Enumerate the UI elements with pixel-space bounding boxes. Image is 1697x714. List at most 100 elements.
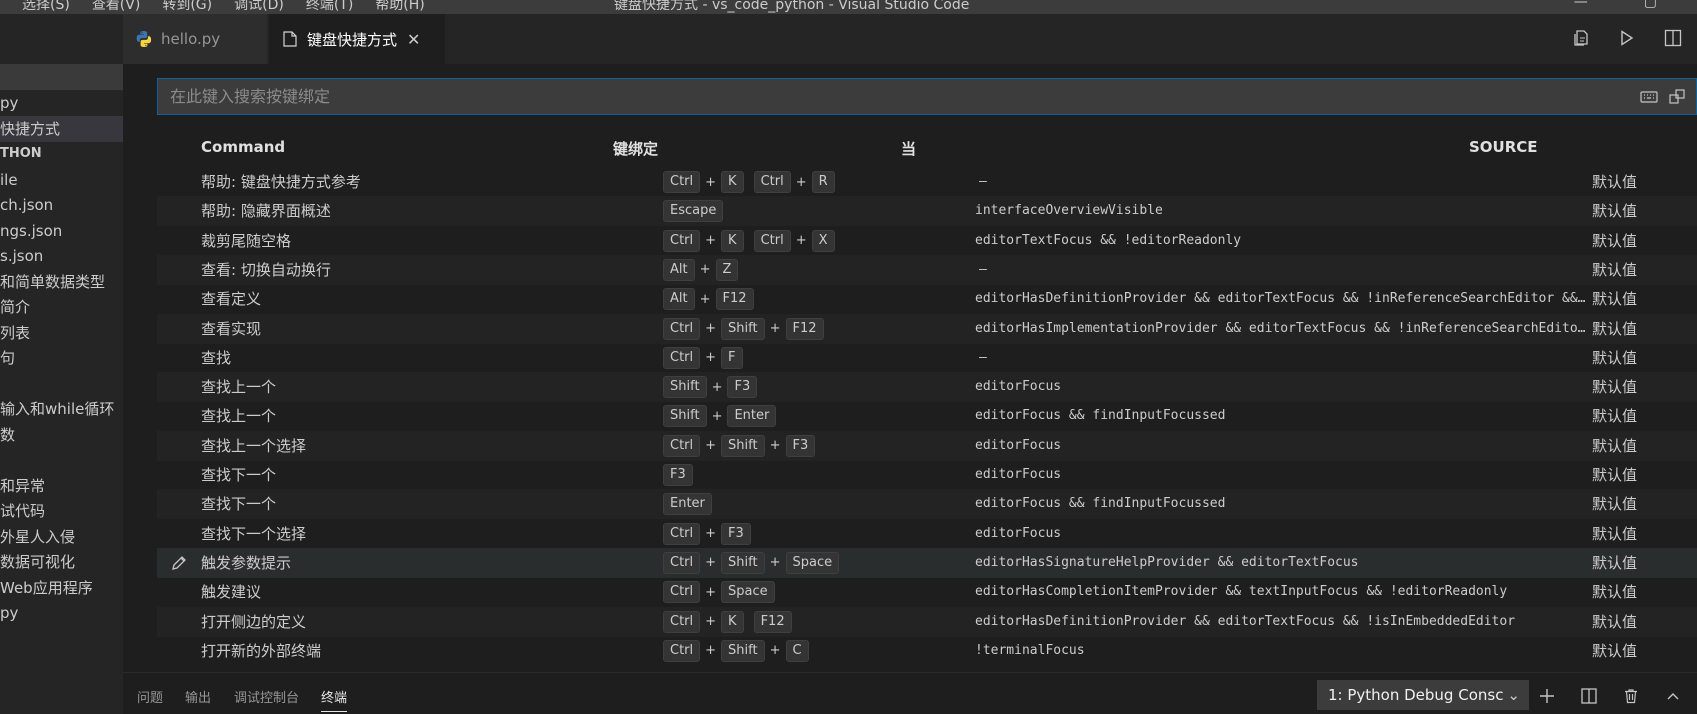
sidebar-folder-header[interactable]: THON bbox=[0, 141, 123, 167]
sidebar-file-item[interactable]: 和简单数据类型 bbox=[0, 269, 123, 295]
open-keybindings-json-icon[interactable] bbox=[1571, 28, 1591, 48]
command-cell: 打开侧边的定义 bbox=[201, 612, 307, 631]
table-row[interactable]: 帮助: 隐藏界面概述 Escape interfaceOverviewVisible… bbox=[157, 196, 1697, 227]
sidebar-file-item[interactable]: 数据可视化 bbox=[0, 549, 123, 575]
command-cell: 查看定义 bbox=[201, 290, 262, 309]
keybinding-cell: Ctrl + K F12 bbox=[663, 607, 792, 637]
table-row[interactable]: 查找上一个 Shift + F3 editorFocus 默认值 bbox=[157, 372, 1697, 403]
key-cap: F3 bbox=[721, 522, 751, 545]
sidebar-file-item[interactable]: py bbox=[0, 600, 123, 626]
when-cell: editorFocus bbox=[975, 525, 1062, 541]
column-header-command[interactable]: Command bbox=[201, 138, 285, 156]
trash-icon[interactable] bbox=[1621, 686, 1641, 706]
table-row[interactable]: 查找下一个选择 Ctrl + F3 editorFocus 默认值 bbox=[157, 519, 1697, 549]
key-cap: Space bbox=[721, 581, 775, 604]
key-cap: Ctrl bbox=[663, 434, 701, 457]
panel-tab-debug-console[interactable]: 调试控制台 bbox=[234, 687, 299, 706]
tab-hello-py[interactable]: hello.py bbox=[123, 14, 267, 64]
when-cell: editorFocus bbox=[975, 379, 1062, 395]
sidebar-file-item[interactable] bbox=[0, 371, 123, 397]
sidebar-file-item[interactable]: 简介 bbox=[0, 294, 123, 320]
menu-item-view[interactable]: 查看(V) bbox=[92, 0, 141, 14]
table-row[interactable]: 查找上一个选择 Ctrl + Shift + F3 editorFocus 默认值 bbox=[157, 430, 1697, 461]
key-cap: Ctrl bbox=[753, 171, 791, 193]
column-header-source[interactable]: SOURCE bbox=[1469, 138, 1538, 156]
table-row[interactable]: 查找 Ctrl + F — 默认值 bbox=[157, 343, 1697, 373]
close-icon[interactable]: ✕ bbox=[407, 30, 420, 49]
key-cap: Alt bbox=[663, 258, 695, 281]
table-row[interactable]: 打开侧边的定义 Ctrl + K F12 editorHasDefinitionProvi… bbox=[157, 606, 1697, 637]
sidebar-file-item[interactable]: ngs.json bbox=[0, 218, 123, 244]
command-cell: 查找 bbox=[201, 348, 232, 367]
sidebar-file-item[interactable]: 数 bbox=[0, 422, 123, 448]
source-cell: 默认值 bbox=[1592, 319, 1638, 338]
maximize-panel-icon[interactable] bbox=[1663, 686, 1683, 706]
table-row[interactable]: 查找下一个 F3 editorFocus 默认值 bbox=[157, 460, 1697, 490]
key-plus: + bbox=[705, 643, 717, 659]
key-cap: C bbox=[785, 639, 809, 662]
new-terminal-icon[interactable] bbox=[1537, 686, 1557, 706]
sidebar-file-item[interactable]: ile bbox=[0, 167, 123, 193]
sidebar-file-item[interactable]: ch.json bbox=[0, 192, 123, 218]
key-plus: + bbox=[769, 321, 781, 336]
sidebar-section-header[interactable] bbox=[0, 64, 123, 90]
sidebar-file-item[interactable]: Web应用程序 bbox=[0, 575, 123, 601]
split-editor-icon[interactable] bbox=[1663, 28, 1683, 48]
panel-tab-problems[interactable]: 问题 bbox=[137, 687, 163, 706]
panel-tab-terminal[interactable]: 终端 bbox=[321, 687, 348, 712]
tab-keyboard-shortcuts[interactable]: 键盘快捷方式 ✕ bbox=[269, 14, 445, 64]
run-icon[interactable] bbox=[1617, 28, 1637, 48]
when-cell: !terminalFocus bbox=[975, 642, 1085, 658]
key-cap: F3 bbox=[663, 464, 693, 486]
sidebar-file-item[interactable]: py bbox=[0, 90, 123, 116]
command-cell: 帮助: 隐藏界面概述 bbox=[201, 202, 331, 221]
when-cell: — bbox=[979, 349, 987, 365]
column-header-keybinding[interactable]: 键绑定 bbox=[613, 138, 658, 159]
when-cell: — bbox=[979, 261, 987, 277]
sidebar-file-item[interactable]: 输入和while循环 bbox=[0, 396, 123, 422]
edit-keybinding-icon[interactable] bbox=[170, 554, 188, 572]
search-input[interactable] bbox=[170, 79, 1470, 114]
sidebar-file-item[interactable]: 快捷方式 bbox=[0, 115, 123, 142]
table-row[interactable]: 查看实现 Ctrl + Shift + F12 editorHasImplementatio… bbox=[157, 313, 1697, 344]
source-cell: 默认值 bbox=[1592, 641, 1638, 660]
sidebar-file-item[interactable]: 句 bbox=[0, 345, 123, 371]
sidebar-file-item[interactable]: 列表 bbox=[0, 320, 123, 346]
sidebar-file-item[interactable]: 和异常 bbox=[0, 473, 123, 499]
command-cell: 查看实现 bbox=[201, 319, 262, 338]
table-row[interactable]: 帮助: 键盘快捷方式参考 Ctrl + K Ctrl + R — 默认值 bbox=[157, 167, 1697, 197]
table-row[interactable]: 打开新的外部终端 Ctrl + Shift + C !terminalFocus 默认值 bbox=[157, 636, 1697, 666]
menu-item-go[interactable]: 转到(G) bbox=[162, 0, 212, 14]
key-cap: Ctrl bbox=[663, 639, 701, 662]
sidebar-file-item[interactable]: 试代码 bbox=[0, 498, 123, 524]
keybinding-cell: Shift + F3 bbox=[663, 372, 758, 402]
record-keys-icon[interactable] bbox=[1640, 88, 1658, 106]
terminal-select[interactable]: 1: Python Debug Consc ⌄ bbox=[1317, 680, 1529, 710]
sort-by-precedence-icon[interactable] bbox=[1668, 88, 1686, 106]
table-row[interactable]: 查看: 切换自动换行 Alt + Z — 默认值 bbox=[157, 254, 1697, 285]
command-cell: 查找上一个选择 bbox=[201, 436, 307, 455]
key-cap: Shift bbox=[721, 639, 765, 662]
menu-item-debug[interactable]: 调试(D) bbox=[234, 0, 284, 14]
key-plus: + bbox=[705, 526, 717, 542]
keybinding-cell: Ctrl + K Ctrl + X bbox=[663, 226, 835, 256]
panel-tab-output[interactable]: 输出 bbox=[185, 687, 211, 706]
column-header-when[interactable]: 当 bbox=[901, 138, 916, 159]
table-row[interactable]: 查看定义 Alt + F12 editorHasDefinitionProvider &… bbox=[157, 284, 1697, 314]
sidebar-file-item[interactable]: s.json bbox=[0, 243, 123, 269]
table-row[interactable]: 查找下一个 Enter editorFocus && findInputFocuss… bbox=[157, 489, 1697, 520]
maximize-icon[interactable]: ▢ bbox=[1644, 0, 1657, 10]
table-row[interactable]: 裁剪尾随空格 Ctrl + K Ctrl + XeditorTextFocus && !ed… bbox=[157, 226, 1697, 256]
minimize-icon[interactable]: — bbox=[1574, 0, 1588, 10]
menu-item-help[interactable]: 帮助(H) bbox=[375, 0, 424, 14]
table-row[interactable]: 触发参数提示 Ctrl + Shift + Space editorHasSignature… bbox=[157, 547, 1697, 578]
sidebar-file-item[interactable]: 外星人入侵 bbox=[0, 524, 123, 550]
table-row[interactable]: 触发建议 Ctrl + Space editorHasCompletionItemPro… bbox=[157, 577, 1697, 607]
table-row[interactable]: 查找上一个 Shift + Enter editorFocus && findInput… bbox=[157, 401, 1697, 431]
menu-item-selection[interactable]: 选择(S) bbox=[22, 0, 70, 14]
key-cap: Ctrl bbox=[663, 522, 701, 545]
command-cell: 打开新的外部终端 bbox=[201, 641, 322, 660]
sidebar-file-item[interactable] bbox=[0, 447, 123, 473]
split-terminal-icon[interactable] bbox=[1579, 686, 1599, 706]
menu-item-terminal[interactable]: 终端(T) bbox=[306, 0, 353, 14]
